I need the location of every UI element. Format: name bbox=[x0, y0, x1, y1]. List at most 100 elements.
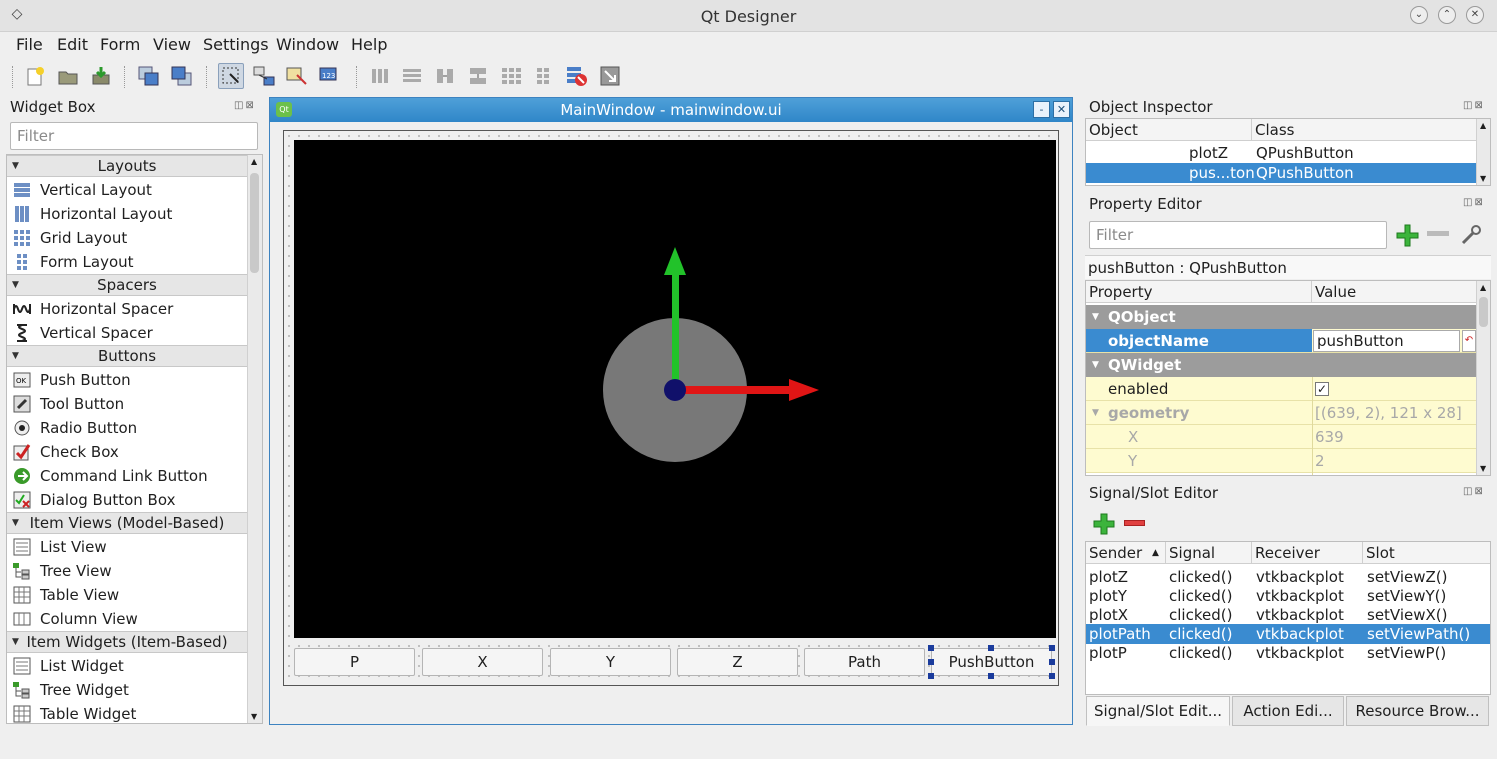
resize-handle[interactable] bbox=[988, 645, 994, 651]
widget-tree-widget[interactable]: Tree Widget bbox=[7, 678, 247, 702]
menu-help[interactable]: Help bbox=[351, 35, 387, 54]
property-geometry[interactable]: ▼ geometry [(639, 2), 121 x 28] bbox=[1086, 401, 1476, 425]
remove-property-icon[interactable] bbox=[1427, 231, 1449, 236]
widget-horizontal-spacer[interactable]: Horizontal Spacer bbox=[7, 297, 247, 321]
tab-action-editor[interactable]: Action Edi... bbox=[1232, 696, 1344, 726]
category-spacers[interactable]: ▼ Spacers bbox=[7, 274, 247, 296]
save-icon[interactable] bbox=[88, 63, 114, 89]
col-object[interactable]: Object bbox=[1086, 119, 1252, 141]
resize-handle[interactable] bbox=[988, 673, 994, 679]
group-qobject[interactable]: ▼ QObject bbox=[1086, 305, 1476, 329]
object-row-selected[interactable]: pus...ton QPushButton bbox=[1086, 163, 1476, 183]
col-slot[interactable]: Slot bbox=[1363, 542, 1490, 564]
widget-list-view[interactable]: List View bbox=[7, 535, 247, 559]
form-close-icon[interactable]: ✕ bbox=[1053, 101, 1070, 118]
plot-path-button[interactable]: Path bbox=[804, 648, 925, 676]
new-form-icon[interactable] bbox=[22, 63, 48, 89]
close-icon[interactable]: ✕ bbox=[1466, 6, 1484, 24]
form-minimize-icon[interactable]: - bbox=[1033, 101, 1050, 118]
object-tree-scrollbar[interactable]: ▲ ▼ bbox=[1476, 119, 1490, 185]
horizontal-splitter-icon[interactable] bbox=[432, 63, 458, 89]
resize-handle[interactable] bbox=[1049, 659, 1055, 665]
connection-row-selected[interactable]: plotPath clicked() vtkbackplot setViewPath(… bbox=[1086, 624, 1490, 644]
widget-horizontal-layout[interactable]: Horizontal Layout bbox=[7, 202, 247, 226]
col-sender[interactable]: Sender ▲ bbox=[1086, 542, 1166, 564]
menu-settings[interactable]: Settings bbox=[203, 35, 269, 54]
adjust-size-icon[interactable] bbox=[597, 63, 623, 89]
widget-column-view[interactable]: Column View bbox=[7, 607, 247, 631]
widget-list-scrollbar[interactable]: ▲ ▼ bbox=[247, 155, 262, 723]
add-property-icon[interactable] bbox=[1395, 223, 1419, 251]
property-object-name[interactable]: objectName pushButton ↶ bbox=[1086, 329, 1476, 353]
category-item-widgets[interactable]: ▼ Item Widgets (Item-Based) bbox=[7, 631, 247, 653]
bring-to-front-icon[interactable] bbox=[169, 63, 195, 89]
property-enabled[interactable]: enabled ✓ bbox=[1086, 377, 1476, 401]
menu-edit[interactable]: Edit bbox=[57, 35, 88, 54]
category-buttons[interactable]: ▼ Buttons bbox=[7, 345, 247, 367]
group-qwidget[interactable]: ▼ QWidget bbox=[1086, 353, 1476, 377]
widget-table-widget[interactable]: Table Widget bbox=[7, 702, 247, 723]
widget-dialog-button-box[interactable]: Dialog Button Box bbox=[7, 488, 247, 512]
edit-signals-slots-icon[interactable] bbox=[251, 63, 277, 89]
remove-connection-icon[interactable] bbox=[1124, 520, 1145, 526]
push-button-selected[interactable]: PushButton bbox=[931, 648, 1052, 676]
object-name-field[interactable]: pushButton bbox=[1313, 330, 1460, 352]
resize-handle[interactable] bbox=[1049, 645, 1055, 651]
dock-float-close-icon[interactable]: ◫⊠ bbox=[1463, 100, 1485, 111]
resize-handle[interactable] bbox=[928, 673, 934, 679]
widget-command-link-button[interactable]: Command Link Button bbox=[7, 464, 247, 488]
widget-list-widget[interactable]: List Widget bbox=[7, 654, 247, 678]
reset-property-icon[interactable]: ↶ bbox=[1462, 330, 1476, 352]
widget-grid-layout[interactable]: Grid Layout bbox=[7, 226, 247, 250]
widget-tool-button[interactable]: Tool Button bbox=[7, 392, 247, 416]
lay-out-horizontally-icon[interactable] bbox=[367, 63, 393, 89]
plot-x-button[interactable]: X bbox=[422, 648, 543, 676]
widget-push-button[interactable]: OK Push Button bbox=[7, 368, 247, 392]
vertical-splitter-icon[interactable] bbox=[465, 63, 491, 89]
property-scrollbar[interactable]: ▲ ▼ bbox=[1476, 281, 1490, 475]
plot-p-button[interactable]: P bbox=[294, 648, 415, 676]
widget-table-view[interactable]: Table View bbox=[7, 583, 247, 607]
widget-vertical-layout[interactable]: Vertical Layout bbox=[7, 178, 247, 202]
resize-handle[interactable] bbox=[928, 645, 934, 651]
object-row[interactable]: plotZ QPushButton bbox=[1086, 143, 1476, 163]
break-layout-icon[interactable] bbox=[564, 63, 590, 89]
menu-window[interactable]: Window bbox=[276, 35, 339, 54]
connection-row[interactable]: plotY clicked() vtkbackplot setViewY() bbox=[1086, 586, 1490, 606]
minimize-icon[interactable]: ⌄ bbox=[1410, 6, 1428, 24]
resize-handle[interactable] bbox=[1049, 673, 1055, 679]
property-filter-input[interactable]: Filter bbox=[1089, 221, 1387, 249]
maximize-icon[interactable]: ⌃ bbox=[1438, 6, 1456, 24]
lay-out-vertically-icon[interactable] bbox=[399, 63, 425, 89]
widget-form-layout[interactable]: Form Layout bbox=[7, 250, 247, 274]
widget-check-box[interactable]: Check Box bbox=[7, 440, 247, 464]
menu-form[interactable]: Form bbox=[100, 35, 140, 54]
menu-view[interactable]: View bbox=[153, 35, 191, 54]
widget-filter-input[interactable]: Filter bbox=[10, 122, 258, 150]
col-receiver[interactable]: Receiver bbox=[1252, 542, 1363, 564]
col-signal[interactable]: Signal bbox=[1166, 542, 1252, 564]
dock-float-close-icon[interactable]: ◫⊠ bbox=[1463, 486, 1485, 497]
category-item-views[interactable]: ▼ Item Views (Model-Based) bbox=[7, 512, 247, 534]
col-value[interactable]: Value bbox=[1312, 281, 1476, 303]
open-folder-icon[interactable] bbox=[55, 63, 81, 89]
vtk-render-view[interactable] bbox=[294, 140, 1056, 638]
edit-widgets-icon[interactable] bbox=[218, 63, 244, 89]
connection-row[interactable]: plotZ clicked() vtkbackplot setViewZ() bbox=[1086, 567, 1490, 587]
col-property[interactable]: Property bbox=[1086, 281, 1312, 303]
configure-wrench-icon[interactable] bbox=[1459, 223, 1483, 251]
grid-layout-icon[interactable] bbox=[498, 63, 524, 89]
plot-y-button[interactable]: Y bbox=[550, 648, 671, 676]
tab-resource-browser[interactable]: Resource Brow... bbox=[1346, 696, 1489, 726]
widget-tree-view[interactable]: Tree View bbox=[7, 559, 247, 583]
connection-row[interactable]: plotX clicked() vtkbackplot setViewX() bbox=[1086, 605, 1490, 625]
widget-radio-button[interactable]: Radio Button bbox=[7, 416, 247, 440]
category-layouts[interactable]: ▼ Layouts bbox=[7, 155, 247, 177]
dock-float-close-icon[interactable]: ◫⊠ bbox=[234, 100, 256, 111]
connection-row[interactable]: plotP clicked() vtkbackplot setViewP() bbox=[1086, 643, 1490, 663]
menu-file[interactable]: File bbox=[16, 35, 43, 54]
plot-z-button[interactable]: Z bbox=[677, 648, 798, 676]
central-widget[interactable]: P X Y Z Path PushButton bbox=[283, 130, 1059, 686]
property-y[interactable]: Y 2 bbox=[1086, 449, 1476, 473]
property-x[interactable]: X 639 bbox=[1086, 425, 1476, 449]
